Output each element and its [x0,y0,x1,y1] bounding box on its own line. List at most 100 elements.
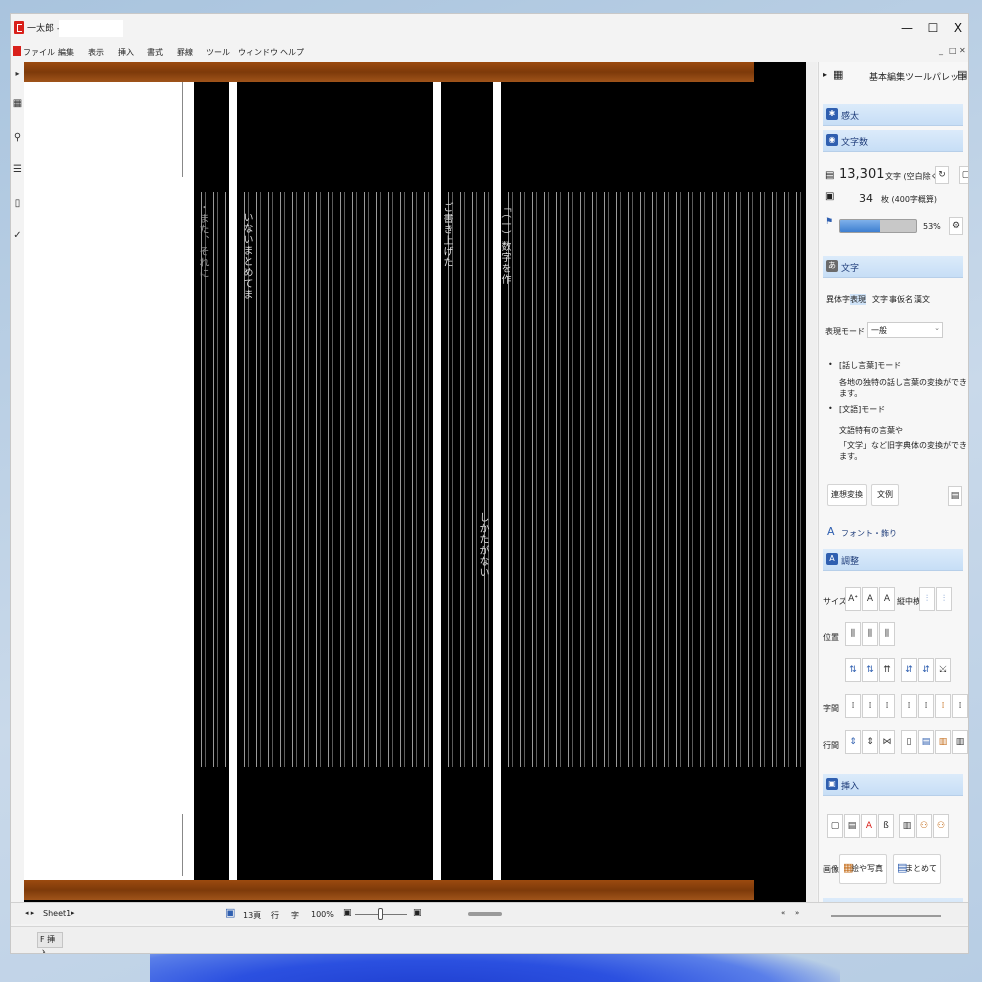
position-button[interactable]: ⤩ [935,658,951,682]
menu-insert[interactable]: 挿入 [118,47,134,58]
adjust-char-spacing-label: 字間 [823,704,839,713]
expand-arrow-icon[interactable]: ▸ [12,68,23,80]
menu-view[interactable]: 表示 [88,47,104,58]
insert-clipart-button[interactable]: ⚇ [933,814,949,838]
mdi-restore-button[interactable]: □ [949,46,957,55]
grid-view-icon[interactable]: ▦ [12,98,23,110]
zoom-level[interactable]: 100% [311,910,334,919]
menu-window[interactable]: ウィンドウ [238,47,278,58]
position-button[interactable]: ⇅ [862,658,878,682]
scroll-right-icon[interactable]: » [795,909,799,917]
position-button[interactable]: ⫼ [879,622,895,646]
zoom-slider-thumb[interactable] [378,908,383,920]
sheet-prev-arrow-icon[interactable]: ◂ ▸ [25,909,34,917]
count-icon: ◉ [826,134,838,146]
mdi-close-button[interactable]: ✕ [959,46,966,55]
menu-edit[interactable]: 編集 [58,47,74,58]
check-icon[interactable]: ✓ [12,230,23,242]
char-spacing-button[interactable]: ⁞ [901,694,917,718]
menu-format[interactable]: 書式 [147,47,163,58]
tab-itaiji[interactable]: 異体字 [826,294,850,305]
char-spacing-button[interactable]: ⁞ [862,694,878,718]
count-options-button[interactable]: ▢ [959,166,968,184]
zoom-out-icon[interactable]: ▣ [343,908,352,918]
char-spacing-button[interactable]: ⁞ [935,694,951,718]
char-spacing-button[interactable]: ⁞ [879,694,895,718]
palette-menu-icon[interactable]: ▤ [957,68,967,81]
char-spacing-button[interactable]: ⁞ [952,694,968,718]
document-canvas[interactable]: ・また、それに いないまとめてま ご書き上げた しかたがない 「（一）数字を作 [24,62,806,902]
document-menu-icon[interactable] [13,46,21,56]
mdi-minimize-button[interactable]: _ [939,46,943,55]
refresh-button[interactable]: ↻ [935,166,949,184]
vertical-scrollbar[interactable] [806,62,817,902]
line-spacing-button[interactable]: ▤ [918,730,934,754]
tab-hyogen[interactable]: 表現 [850,294,866,305]
scroll-left-icon[interactable]: « [781,909,785,917]
insert-textbox-button[interactable]: ▢ [827,814,843,838]
line-spacing-button[interactable]: ⇕ [845,730,861,754]
section-suta[interactable]: ✱ 感太 [823,104,963,126]
expand-arrow-icon[interactable]: ▸ [823,70,827,79]
position-button[interactable]: ⫼ [845,622,861,646]
tab-kanbun[interactable]: 漢文 [914,294,930,305]
goal-flag-icon: ⚑ [825,217,834,227]
horizontal-scrollbar-thumb[interactable] [468,912,502,916]
renso-button[interactable]: 連想変換 [827,484,867,506]
batch-button[interactable]: ▤ まとめて [893,854,941,884]
position-button[interactable]: ⇵ [901,658,917,682]
position-button[interactable]: ⇅ [845,658,861,682]
minimize-button[interactable]: — [897,20,917,36]
char-spacing-button[interactable]: ⁞ [845,694,861,718]
line-spacing-button[interactable]: ▥ [952,730,968,754]
section-adjust[interactable]: A 調整 [823,549,963,571]
palette-scrollbar[interactable] [831,915,941,917]
search-icon[interactable]: ⚲ [12,132,23,144]
tate-button[interactable]: ⫶ [919,587,935,611]
page-icon[interactable]: ▯ [12,198,23,210]
menu-tools[interactable]: ツール [206,47,230,58]
zoom-in-icon[interactable]: ▣ [413,908,422,918]
close-button[interactable]: X [948,20,968,36]
position-button[interactable]: ⇵ [918,658,934,682]
line-spacing-button[interactable]: ⋈ [879,730,895,754]
sheet-tab[interactable]: Sheet1 [43,909,71,918]
menu-file[interactable]: ファイル [23,47,55,58]
more-options-button[interactable]: ▤ [948,486,962,506]
section-moji[interactable]: あ 文字 [823,256,963,278]
window-title: 一太郎 - [27,24,61,34]
section-insert[interactable]: ▣ 挿入 [823,774,963,796]
tab-moji[interactable]: 文字 [872,294,888,305]
text-column-block [501,192,801,767]
position-button[interactable]: ⫼ [862,622,878,646]
menu-help[interactable]: ヘルプ [280,47,304,58]
line-spacing-button[interactable]: ⇕ [862,730,878,754]
position-button[interactable]: ⇈ [879,658,895,682]
line-spacing-button[interactable]: ▥ [935,730,951,754]
char-spacing-button[interactable]: ⁞ [918,694,934,718]
insert-table-button[interactable]: ▥ [899,814,915,838]
size-reset-button[interactable]: A [879,587,895,611]
insert-figure-button[interactable]: ⚇ [916,814,932,838]
adjust-icon: A [826,553,838,565]
gear-icon[interactable]: ⚙ [949,217,963,235]
insert-frame-button[interactable]: ▤ [844,814,860,838]
size-down-button[interactable]: A [862,587,878,611]
app-logo-icon [14,21,24,34]
maximize-button[interactable]: ☐ [923,20,943,36]
size-up-button[interactable]: Aᐩ [845,587,861,611]
insert-art-text-button[interactable]: A [861,814,877,838]
input-mode-indicator[interactable]: F 挿入 [37,932,63,953]
menu-ruled-line[interactable]: 罫線 [177,47,193,58]
line-spacing-button[interactable]: ▯ [901,730,917,754]
sheet-next-arrow-icon[interactable]: ▸ [71,909,75,917]
expr-mode-select[interactable]: 一般 ⌄ [867,322,943,338]
tate-auto-button[interactable]: ⫶ [936,587,952,611]
bunrei-button[interactable]: 文例 [871,484,899,506]
tab-jigana[interactable]: 事仮名 [889,294,913,305]
photo-button[interactable]: ▦ 絵や写真 [839,854,887,884]
outline-icon[interactable]: ☰ [12,164,23,176]
section-moji-count[interactable]: ◉ 文字数 [823,130,963,152]
insert-ruby-button[interactable]: ß [878,814,894,838]
section-font[interactable]: A フォント・飾り [823,523,963,543]
